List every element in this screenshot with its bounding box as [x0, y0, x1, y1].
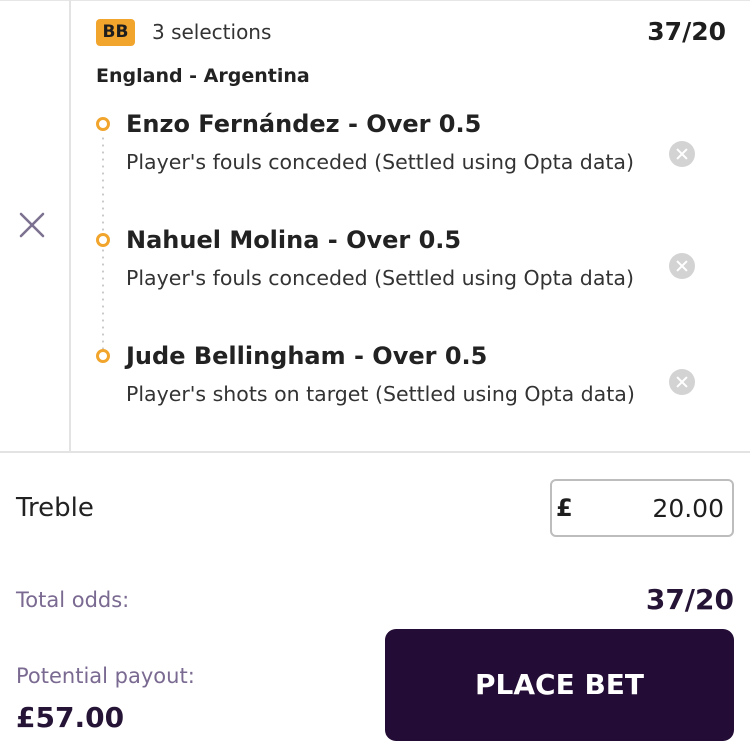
bet-type-label: Treble [16, 493, 94, 523]
slip-odds: 37/20 [647, 17, 726, 46]
stake-field[interactable]: £ [550, 479, 734, 537]
leg-title: Nahuel Molina - Over 0.5 [126, 226, 462, 254]
remove-selection-icon[interactable] [669, 141, 695, 167]
bet-builder-badge: BB [96, 19, 135, 46]
potential-payout-label: Potential payout: [16, 664, 195, 688]
leg-marker-icon [96, 117, 110, 131]
leg-title: Jude Bellingham - Over 0.5 [126, 342, 488, 370]
leg-description: Player's shots on target (Settled using … [126, 382, 635, 406]
leg-title: Enzo Fernández - Over 0.5 [126, 110, 482, 138]
leg-description: Player's fouls conceded (Settled using O… [126, 266, 634, 290]
potential-payout-value: £57.00 [16, 701, 125, 734]
total-odds-value: 37/20 [645, 583, 734, 616]
match-name: England - Argentina [96, 65, 310, 87]
bet-builder-slip: BB 3 selections 37/20 England - Argentin… [0, 0, 750, 453]
currency-symbol: £ [556, 494, 573, 522]
remove-column [0, 0, 71, 451]
remove-selection-icon[interactable] [669, 253, 695, 279]
total-odds-label: Total odds: [16, 588, 130, 612]
leg-marker-icon [96, 233, 110, 247]
place-bet-button[interactable]: PLACE BET [385, 629, 734, 741]
remove-selection-icon[interactable] [669, 369, 695, 395]
leg-description: Player's fouls conceded (Settled using O… [126, 150, 634, 174]
leg-marker-icon [96, 349, 110, 363]
close-icon[interactable] [17, 210, 47, 240]
stake-input[interactable] [586, 490, 724, 526]
selections-count: 3 selections [152, 20, 272, 44]
